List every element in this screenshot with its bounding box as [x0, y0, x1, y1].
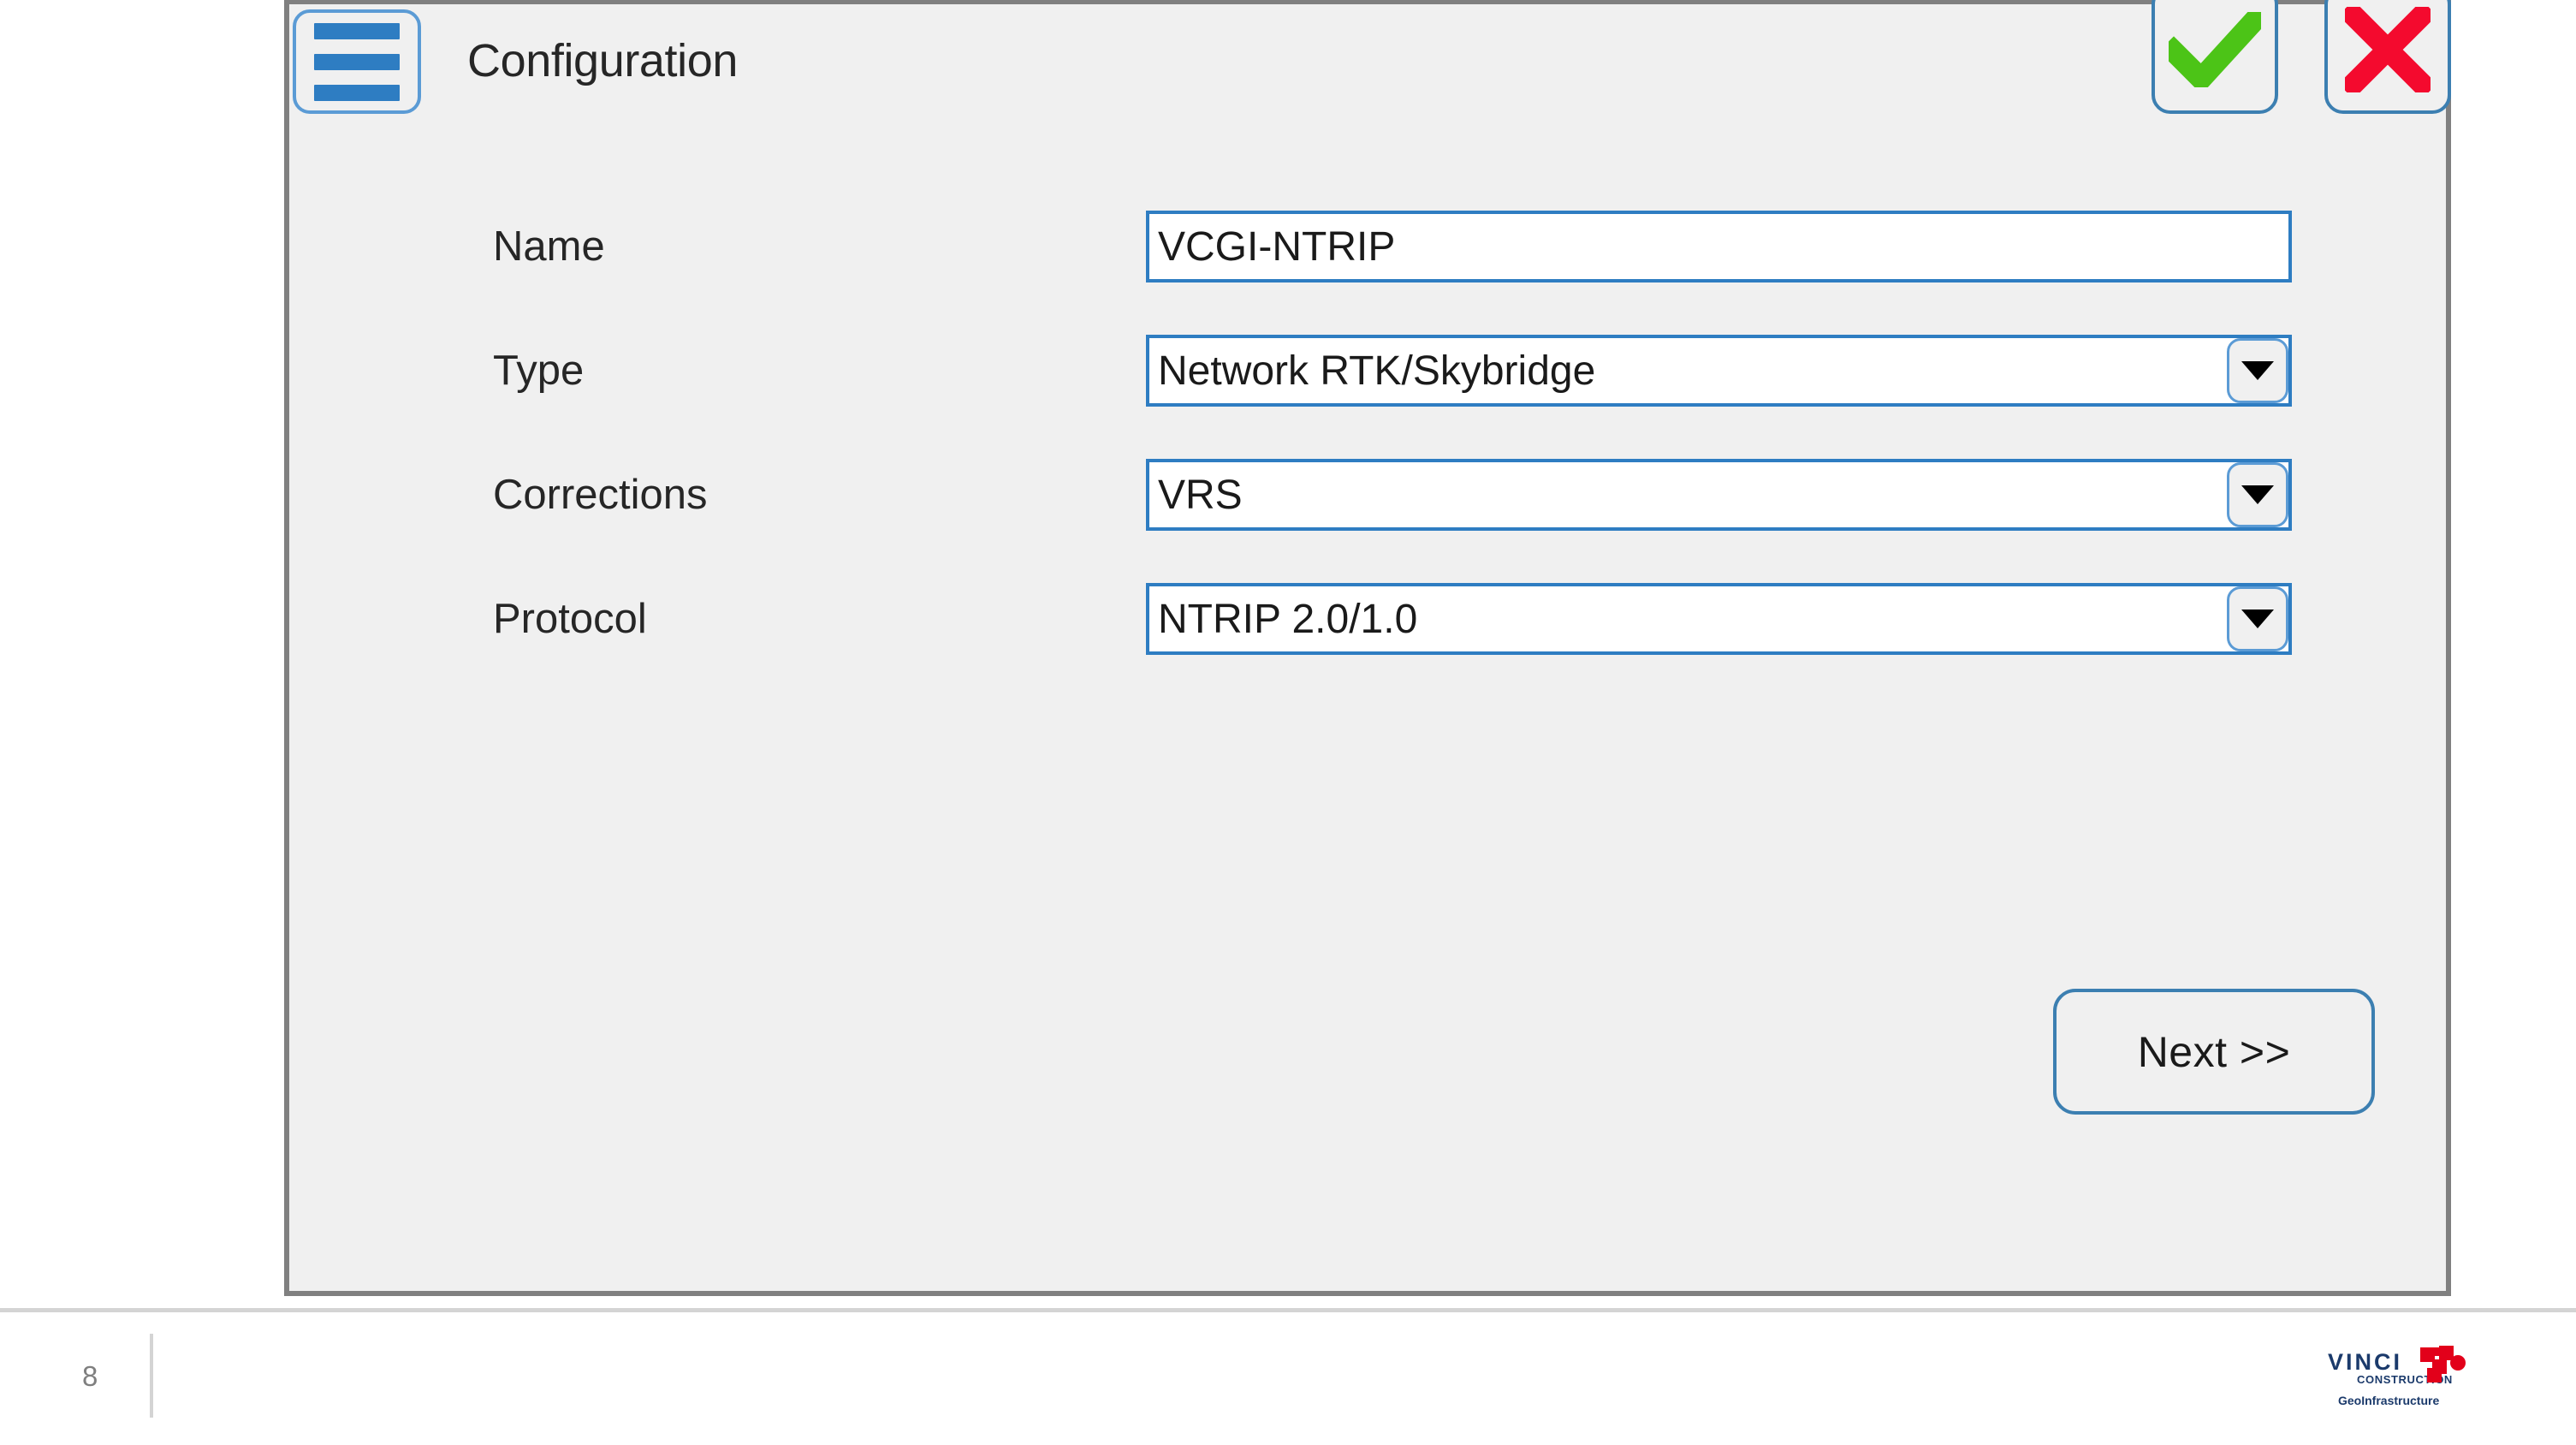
red-x-icon — [2345, 7, 2431, 92]
corrections-dropdown[interactable]: VRS — [1146, 459, 2292, 531]
hamburger-menu-button[interactable] — [293, 9, 421, 114]
type-dropdown[interactable]: Network RTK/Skybridge — [1146, 335, 2292, 407]
configuration-dialog: Configuration Name VCGI-NTRIP Type Netwo… — [284, 0, 2451, 1296]
name-field-value[interactable]: VCGI-NTRIP — [1149, 214, 2288, 279]
chevron-down-icon — [2241, 485, 2274, 504]
page-number: 8 — [82, 1360, 98, 1392]
type-dropdown-toggle[interactable] — [2227, 338, 2288, 403]
next-button[interactable]: Next >> — [2053, 989, 2375, 1115]
vinci-logo-mark-icon — [2420, 1346, 2466, 1383]
footer-divider-rule — [0, 1308, 2576, 1312]
protocol-label: Protocol — [493, 596, 647, 642]
slide-canvas: Configuration Name VCGI-NTRIP Type Netwo… — [0, 0, 2576, 1445]
protocol-dropdown[interactable]: NTRIP 2.0/1.0 — [1146, 583, 2292, 655]
corrections-dropdown-value[interactable]: VRS — [1149, 462, 2227, 527]
type-label: Type — [493, 348, 585, 394]
name-label: Name — [493, 223, 605, 270]
corrections-label: Corrections — [493, 472, 708, 518]
vinci-wordmark: VINCI — [2328, 1349, 2403, 1375]
footer-vertical-divider — [150, 1334, 153, 1418]
dialog-title: Configuration — [467, 35, 739, 86]
chevron-down-icon — [2241, 361, 2274, 380]
chevron-down-icon — [2241, 610, 2274, 628]
protocol-dropdown-value[interactable]: NTRIP 2.0/1.0 — [1149, 586, 2227, 651]
form-row: Type Network RTK/Skybridge — [289, 335, 2446, 407]
protocol-dropdown-toggle[interactable] — [2227, 586, 2288, 651]
type-dropdown-value[interactable]: Network RTK/Skybridge — [1149, 338, 2227, 403]
dialog-titlebar: Configuration — [289, 0, 2451, 124]
form-row: Corrections VRS — [289, 459, 2446, 531]
green-check-icon — [2169, 12, 2261, 87]
form-row: Name VCGI-NTRIP — [289, 211, 2446, 282]
corrections-dropdown-toggle[interactable] — [2227, 462, 2288, 527]
form-row: Protocol NTRIP 2.0/1.0 — [289, 583, 2446, 655]
name-field[interactable]: VCGI-NTRIP — [1146, 211, 2292, 282]
hamburger-menu-icon — [314, 53, 400, 70]
geoinfrastructure-tagline: GeoInfrastructure — [2338, 1394, 2440, 1407]
cancel-button[interactable] — [2324, 0, 2451, 114]
vinci-logo: VINCI CONSTRUCTION GeoInfrastructure — [2319, 1346, 2482, 1418]
hamburger-menu-icon — [314, 22, 400, 39]
accept-button[interactable] — [2152, 0, 2278, 114]
hamburger-menu-icon — [314, 84, 400, 101]
